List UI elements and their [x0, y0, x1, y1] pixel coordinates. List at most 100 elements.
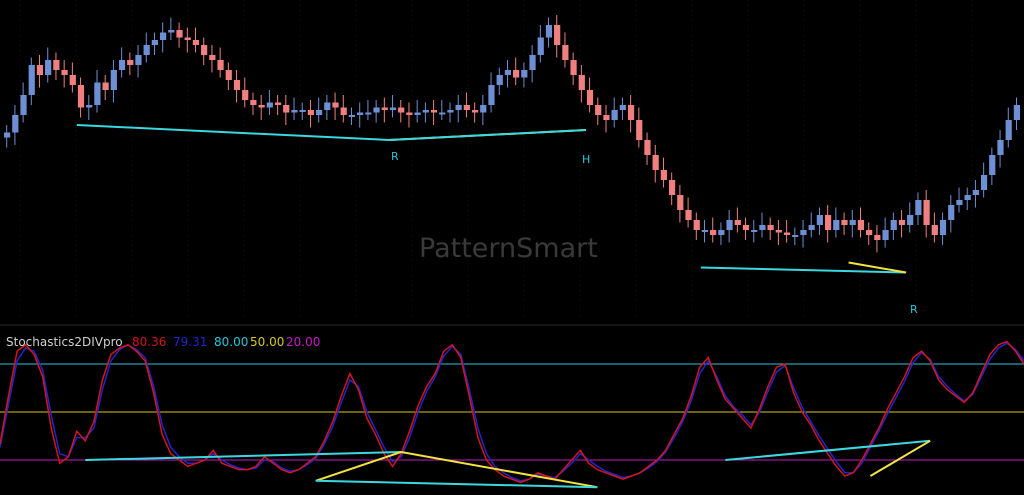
candle-body: [332, 102, 339, 108]
candle-body: [866, 230, 873, 235]
candle-body: [357, 112, 364, 115]
candle-body: [299, 110, 306, 112]
indicator-level-50: 50.00: [250, 335, 284, 349]
candle-body: [430, 110, 438, 113]
osc-divergence-line: [85, 451, 402, 461]
candle-body: [644, 140, 651, 155]
candle-body: [595, 105, 602, 115]
indicator-level-80: 80.00: [214, 335, 248, 349]
candle-body: [291, 110, 298, 113]
candle-body: [939, 220, 947, 235]
candle-body: [225, 70, 232, 80]
candle-body: [652, 155, 659, 170]
indicator-level-20: 20.00: [286, 335, 320, 349]
candle-body: [545, 25, 553, 38]
candle-body: [389, 107, 397, 110]
indicator-name: Stochastics2DIVpro: [6, 335, 123, 349]
candle-body: [857, 220, 865, 230]
candle-body: [77, 85, 85, 108]
candle-body: [127, 60, 134, 65]
candle-body: [1005, 120, 1012, 140]
indicator-value-k: 80.36: [132, 335, 166, 349]
candle-body: [365, 112, 372, 115]
candle-body: [102, 82, 109, 90]
candle-body: [767, 225, 774, 230]
candle-body: [619, 105, 626, 110]
candle-body: [471, 110, 479, 113]
candle-body: [989, 155, 996, 175]
candle-body: [824, 215, 832, 230]
candle-body: [923, 200, 930, 225]
candle-body: [340, 107, 347, 115]
candle-body: [964, 195, 971, 200]
candle-body: [283, 105, 290, 113]
candle-body: [45, 60, 52, 75]
candle-body: [915, 200, 922, 215]
candle-body: [841, 220, 848, 225]
candle-body: [69, 75, 76, 85]
candle-body: [726, 220, 733, 230]
candle-body: [693, 220, 700, 230]
osc-hidden-divergence-line: [315, 451, 402, 482]
candle-body: [151, 40, 158, 45]
candle-body: [783, 232, 791, 235]
candle-body: [956, 200, 963, 205]
oscillator-divergence-layer: [85, 439, 931, 489]
candle-body: [455, 105, 462, 110]
candle-body: [217, 60, 224, 70]
candle-body: [742, 225, 750, 230]
candle-body: [660, 170, 667, 180]
candle-body: [668, 180, 676, 195]
candle-body: [513, 70, 520, 78]
indicator-value-d: 79.31: [173, 335, 207, 349]
candle-body: [603, 115, 610, 120]
chart-root: PatternSmart R H R Stochastics2DIVpro 80…: [0, 0, 1024, 495]
candle-body: [578, 75, 585, 90]
candle-body: [176, 30, 183, 38]
candle-body: [61, 70, 68, 75]
candle-body: [274, 102, 282, 105]
candle-body: [890, 220, 897, 230]
candle-body: [948, 205, 955, 220]
candle-body: [184, 37, 191, 40]
candle-body: [570, 60, 577, 75]
candle-body: [398, 107, 405, 113]
price-divergence-line-2: [388, 129, 586, 141]
candle-body: [250, 100, 257, 105]
candle-body: [209, 55, 216, 60]
candle-body: [324, 102, 331, 110]
candle-body: [233, 80, 241, 90]
candle-body: [685, 210, 692, 220]
candle-body: [266, 102, 273, 108]
candle-body: [258, 105, 265, 108]
price-divergence-line: [76, 124, 389, 141]
candle-body: [701, 230, 709, 232]
candle-body: [439, 112, 446, 115]
candle-body: [135, 55, 142, 65]
candle-body: [537, 37, 544, 55]
divergence-label-r1: R: [391, 150, 399, 163]
candle-body: [627, 105, 635, 120]
candle-body: [118, 60, 126, 70]
candle-body: [554, 25, 561, 45]
candle-body: [496, 75, 503, 85]
candle-body: [86, 105, 93, 108]
candle-body: [751, 230, 758, 232]
candle-body: [381, 107, 388, 110]
indicator-legend: Stochastics2DIVpro 80.36 79.31 80.00 50.…: [6, 335, 320, 349]
candle-body: [521, 70, 528, 78]
divergence-label-r2: R: [910, 303, 918, 316]
chart-svg: PatternSmart R H R Stochastics2DIVpro 80…: [0, 0, 1024, 489]
candle-body: [168, 30, 175, 33]
candle-body: [20, 95, 27, 115]
candle-body: [447, 110, 454, 113]
candle-body: [201, 45, 208, 55]
candle-body: [800, 230, 807, 235]
candle-body: [997, 140, 1004, 155]
candle-body: [718, 230, 725, 235]
candle-body: [488, 85, 495, 105]
candle-body: [28, 65, 35, 95]
osc-divergence-line-3: [725, 439, 931, 461]
candle-body: [677, 195, 684, 210]
candle-body: [586, 90, 594, 105]
